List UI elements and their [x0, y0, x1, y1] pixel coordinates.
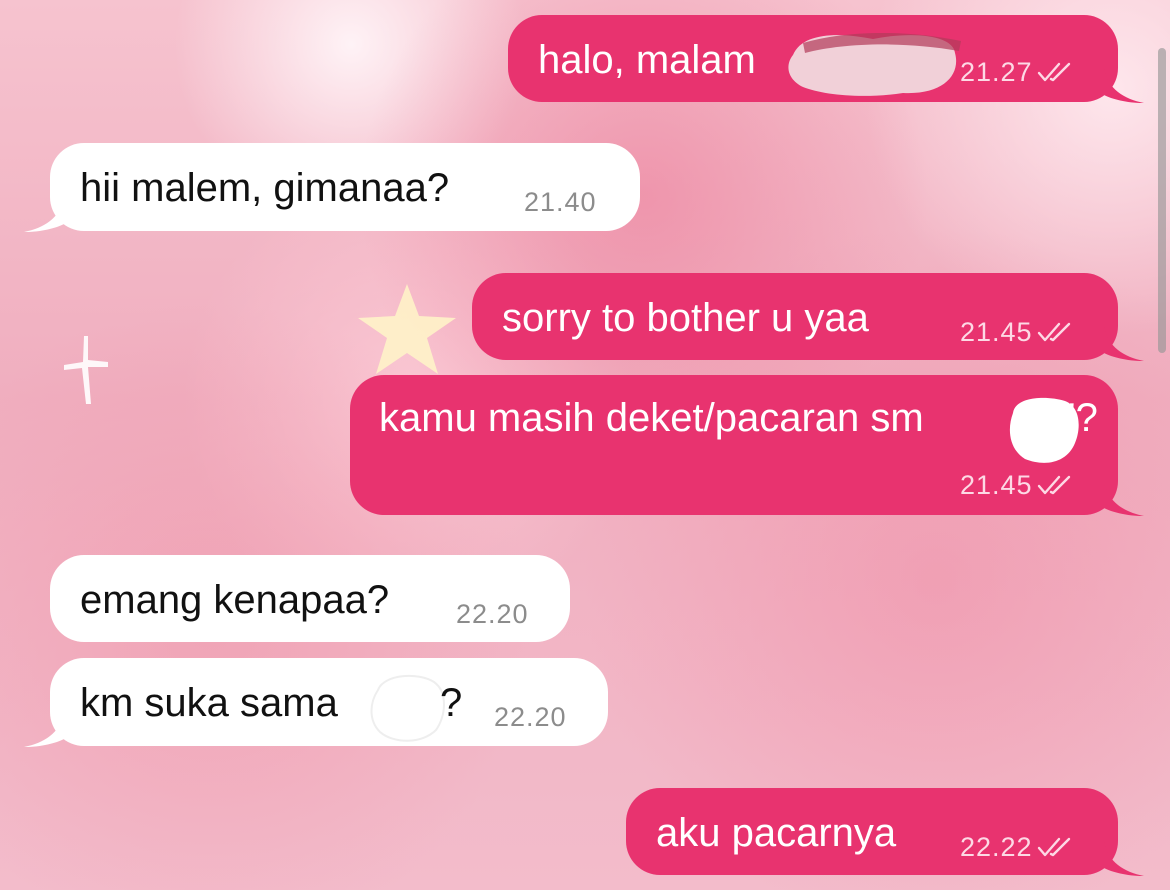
scrollbar[interactable] — [1158, 48, 1166, 353]
message-meta: 21.40 — [524, 187, 597, 217]
message-text: sorry to bother u yaa — [502, 296, 869, 340]
bubble-tail — [1104, 482, 1144, 516]
message-text: hii malem, gimanaa? — [80, 166, 450, 210]
message-time: 22.20 — [456, 599, 529, 629]
star-decoration-icon — [358, 284, 456, 374]
incoming-message-bubble[interactable]: hii malem, gimanaa? 21.40 — [24, 143, 640, 232]
bubble-tail — [1104, 327, 1144, 361]
redaction-mark — [370, 674, 445, 742]
outgoing-message-bubble[interactable]: sorry to bother u yaa 21.45 — [472, 273, 1144, 361]
message-text: km suka sama — [80, 681, 338, 725]
message-time: 21.27 — [960, 57, 1033, 87]
message-time: 22.20 — [494, 702, 567, 732]
message-text: halo, malam — [538, 38, 756, 82]
double-check-icon — [1037, 837, 1070, 857]
double-check-icon — [1037, 322, 1070, 342]
message-meta: 22.20 — [494, 702, 567, 732]
message-time: 22.22 — [960, 832, 1033, 862]
message-text: aku pacarnya — [656, 811, 897, 855]
message-time: 21.45 — [960, 317, 1033, 347]
message-meta: 22.20 — [456, 599, 529, 629]
outgoing-message-bubble[interactable]: halo, malam 21.27 — [508, 15, 1144, 103]
message-meta: 21.45 — [960, 317, 1073, 347]
double-check-icon — [1037, 475, 1070, 495]
message-text: kamu masih deket/pacaran sm — [379, 396, 924, 440]
double-check-icon — [1037, 62, 1070, 82]
message-meta: 21.45 — [960, 470, 1073, 500]
message-text-suffix: '? — [1068, 396, 1098, 440]
message-meta: 22.22 — [960, 832, 1073, 862]
bubble-tail — [24, 713, 64, 747]
redaction-mark — [788, 32, 961, 96]
incoming-message-bubble[interactable]: emang kenapaa? 22.20 — [50, 555, 570, 642]
message-time: 21.40 — [524, 187, 597, 217]
bubble-tail — [1104, 842, 1144, 876]
incoming-message-bubble[interactable]: km suka sama ? 22.20 — [24, 658, 608, 747]
sparkle-decoration-icon — [64, 336, 108, 404]
message-time: 21.45 — [960, 470, 1033, 500]
bubble-tail — [24, 198, 64, 232]
bubble-tail — [1104, 69, 1144, 103]
message-text-suffix: ? — [440, 681, 463, 725]
message-text: emang kenapaa? — [80, 578, 390, 622]
outgoing-message-bubble[interactable]: kamu masih deket/pacaran sm '? 21.45 — [350, 375, 1144, 516]
message-meta: 21.27 — [960, 57, 1073, 87]
outgoing-message-bubble[interactable]: aku pacarnya 22.22 — [626, 788, 1144, 876]
